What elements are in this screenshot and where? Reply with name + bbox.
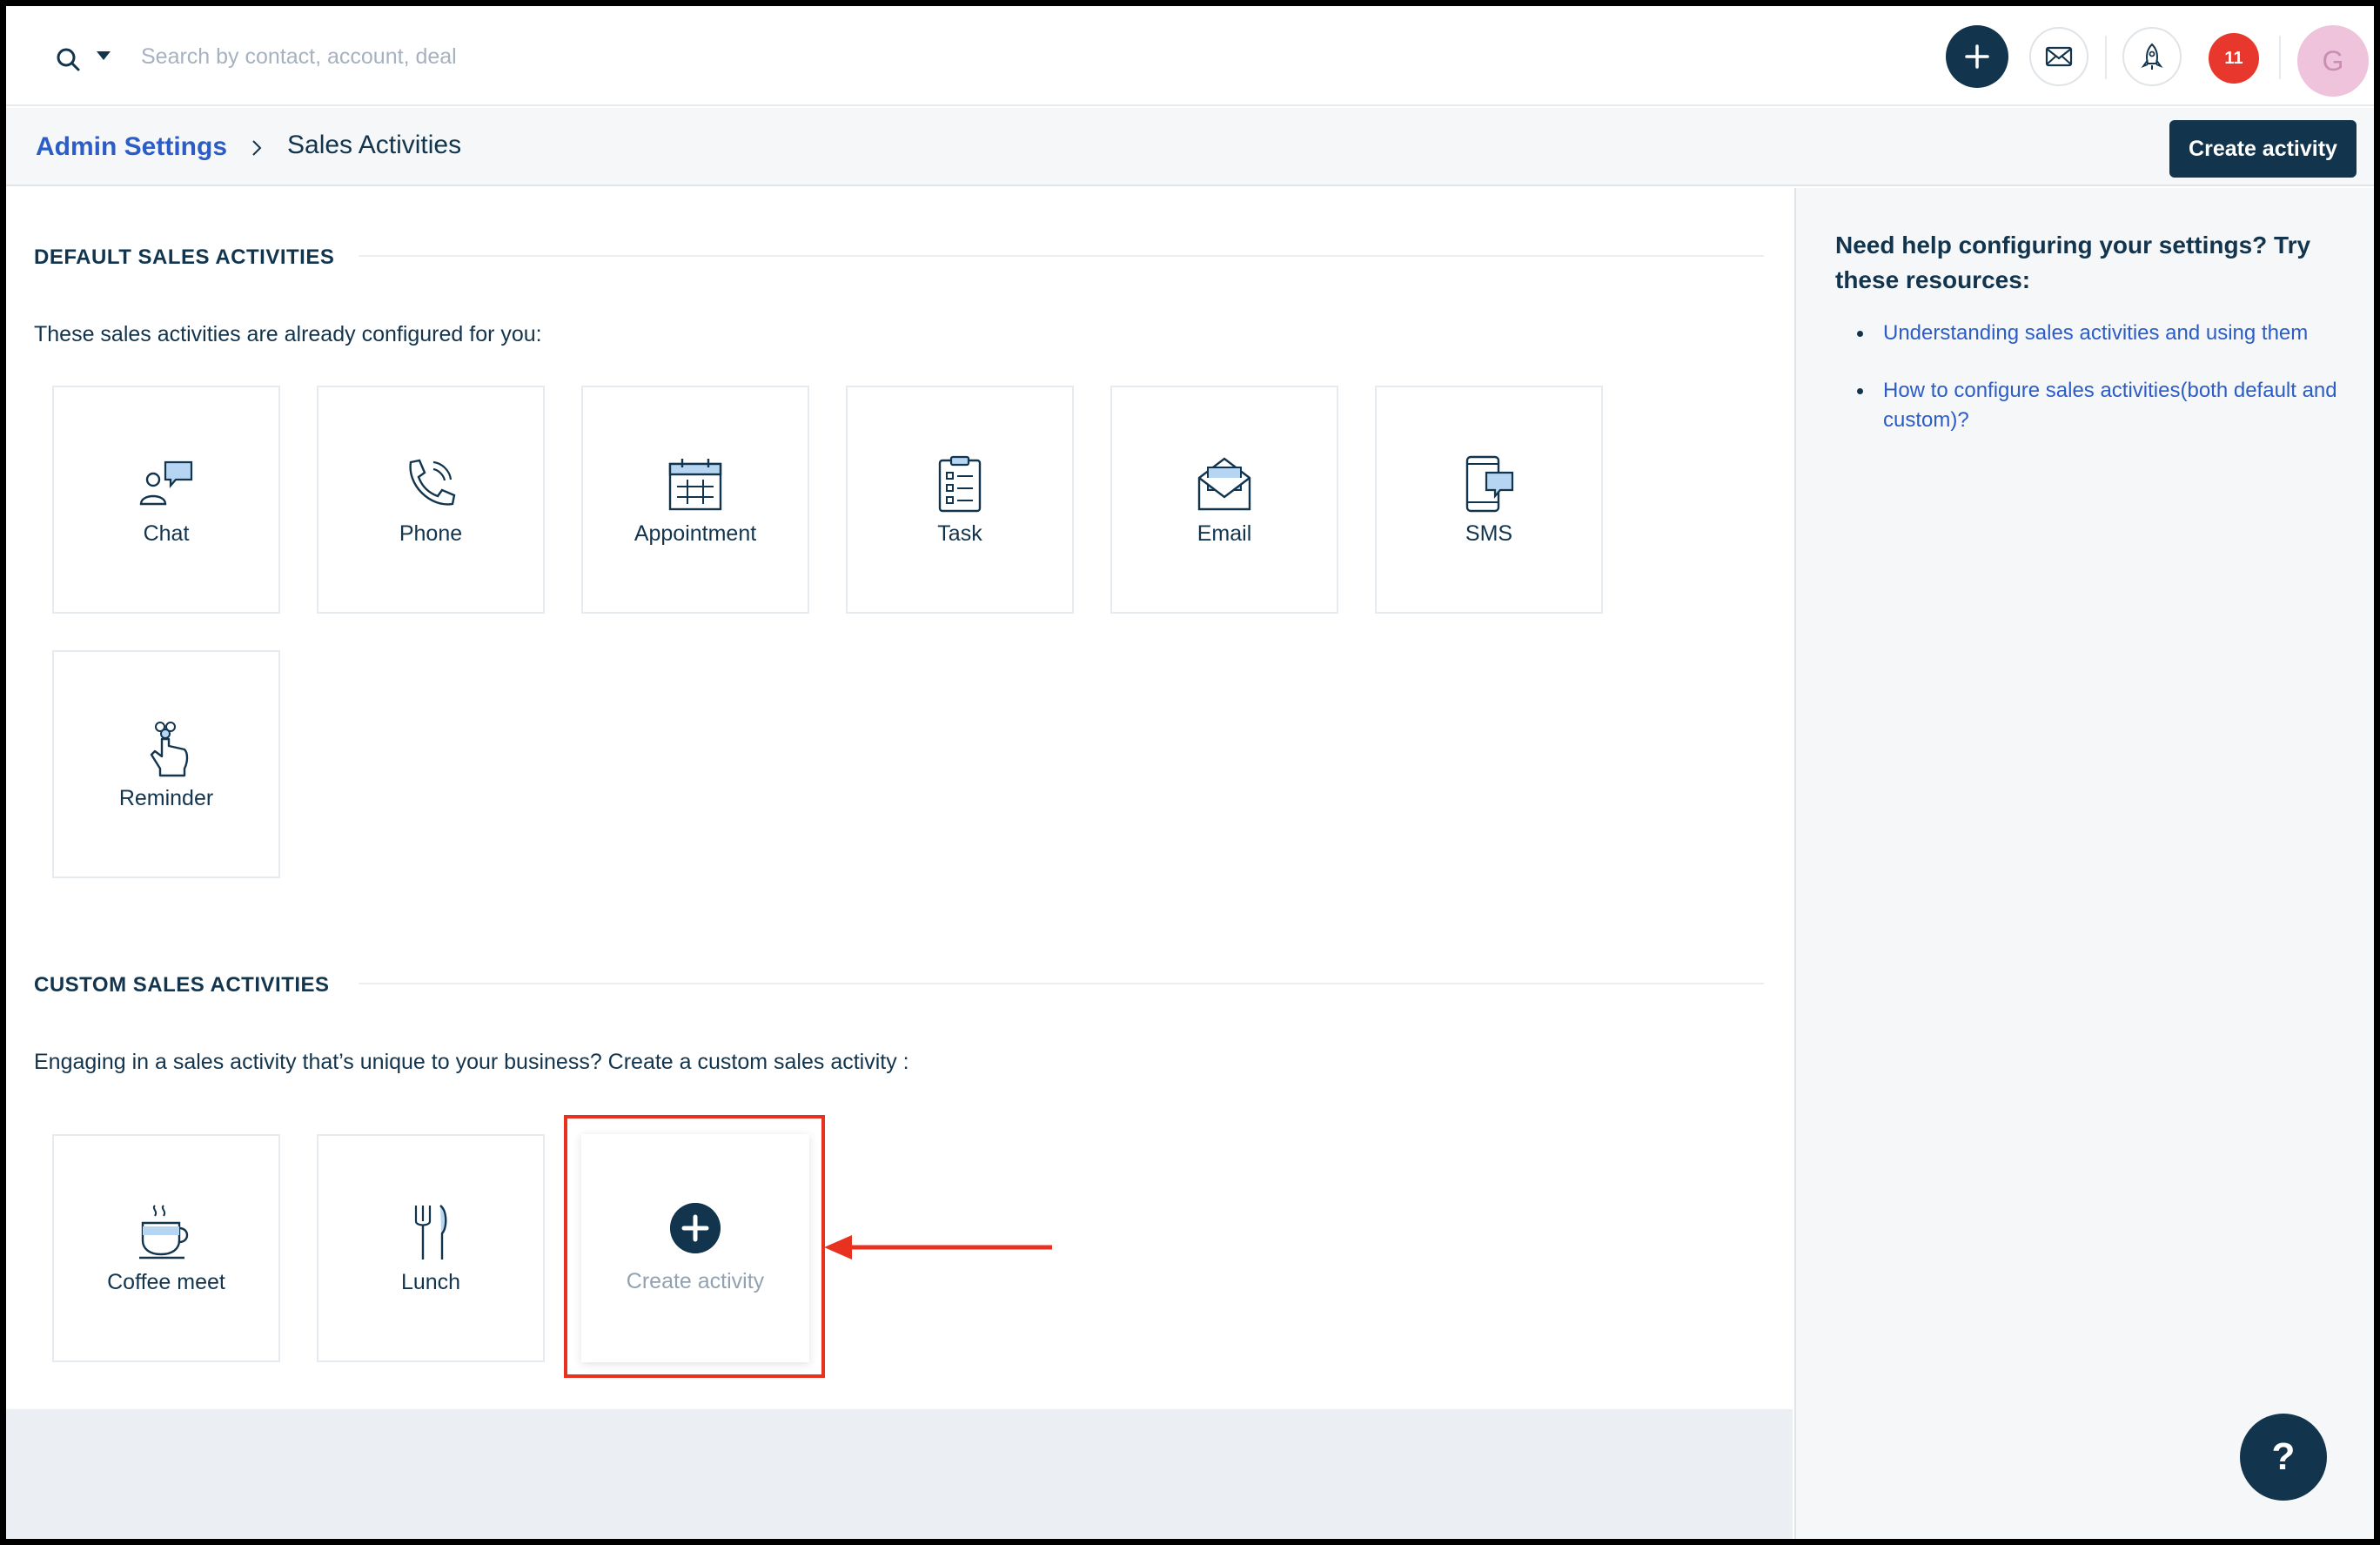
help-link-understanding-activities[interactable]: Understanding sales activities and using… [1857, 319, 2344, 348]
divider [359, 983, 1764, 984]
onboarding-rocket-button[interactable] [2122, 27, 2182, 86]
activity-card-label: Chat [143, 521, 190, 546]
cutlery-icon [414, 1204, 447, 1260]
activity-card-chat[interactable]: Chat [52, 386, 280, 614]
reminder-icon [150, 721, 189, 776]
divider [2105, 36, 2107, 79]
activity-card-label: Email [1197, 521, 1252, 546]
activity-card-phone[interactable]: Phone [317, 386, 545, 614]
top-bar: 11 G [6, 6, 2374, 106]
quick-add-button[interactable] [1946, 25, 2008, 88]
activity-card-label: Lunch [400, 1269, 461, 1294]
help-sidebar: Need help configuring your settings? Try… [1794, 188, 2374, 1539]
activity-card-label: Coffee meet [107, 1269, 225, 1294]
help-sidebar-title: Need help configuring your settings? Try… [1835, 232, 2311, 293]
help-link-configure-activities[interactable]: How to configure sales activities(both d… [1857, 376, 2344, 435]
breadcrumb-admin-settings-link[interactable]: Admin Settings [36, 132, 227, 162]
default-section-title: DEFAULT SALES ACTIVITIES [34, 245, 335, 269]
activity-card-label: Appointment [634, 521, 757, 546]
mail-icon [2045, 46, 2073, 67]
search-input[interactable] [141, 32, 924, 81]
email-icon [1197, 456, 1251, 510]
chat-icon [139, 460, 193, 505]
help-resources-list: Understanding sales activities and using… [1857, 319, 2344, 463]
plus-icon [1965, 44, 1989, 69]
avatar[interactable]: G [2297, 25, 2369, 97]
mail-button[interactable] [2029, 27, 2088, 86]
activity-card-reminder[interactable]: Reminder [52, 650, 280, 878]
activity-card-task[interactable]: Task [846, 386, 1074, 614]
activity-card-label: Task [937, 521, 982, 546]
activity-card-sms[interactable]: SMS [1375, 386, 1603, 614]
search-icon[interactable] [51, 43, 86, 77]
activity-card-email[interactable]: Email [1110, 386, 1338, 614]
create-activity-button[interactable]: Create activity [2169, 120, 2357, 178]
search-scope-dropdown-icon[interactable] [97, 51, 111, 60]
help-button[interactable]: ? [2240, 1414, 2327, 1501]
coffee-icon [139, 1204, 189, 1259]
create-activity-label: Create activity [626, 1268, 765, 1293]
rocket-icon [2141, 43, 2163, 70]
breadcrumb: Admin Settings Sales Activities Create a… [6, 108, 2374, 186]
plus-circle-icon [670, 1202, 721, 1253]
custom-section-title: CUSTOM SALES ACTIVITIES [34, 973, 330, 997]
main-footer-area [6, 1409, 1793, 1539]
page-title: Sales Activities [287, 131, 462, 159]
divider [2279, 36, 2281, 79]
task-icon [938, 455, 982, 512]
activity-card-appointment[interactable]: Appointment [581, 386, 809, 614]
divider [359, 255, 1764, 257]
create-activity-card[interactable]: Create activity [581, 1134, 809, 1362]
custom-section-description: Engaging in a sales activity that’s uniq… [34, 1050, 909, 1074]
phone-icon [409, 459, 456, 506]
chevron-right-icon [252, 140, 262, 156]
activity-card-label: Reminder [118, 785, 214, 810]
calendar-icon [668, 458, 722, 510]
activity-card-label: Phone [399, 521, 463, 546]
notifications-badge[interactable]: 11 [2209, 33, 2259, 84]
annotation-arrow-icon [824, 1235, 1052, 1260]
default-section-description: These sales activities are already confi… [34, 322, 542, 346]
activity-card-lunch[interactable]: Lunch [317, 1134, 545, 1362]
app-window: 11 G Admin Settings Sales Activities Cre… [6, 6, 2374, 1539]
activity-card-coffee-meet[interactable]: Coffee meet [52, 1134, 280, 1362]
sms-icon [1465, 455, 1514, 512]
activity-card-label: SMS [1465, 521, 1513, 546]
